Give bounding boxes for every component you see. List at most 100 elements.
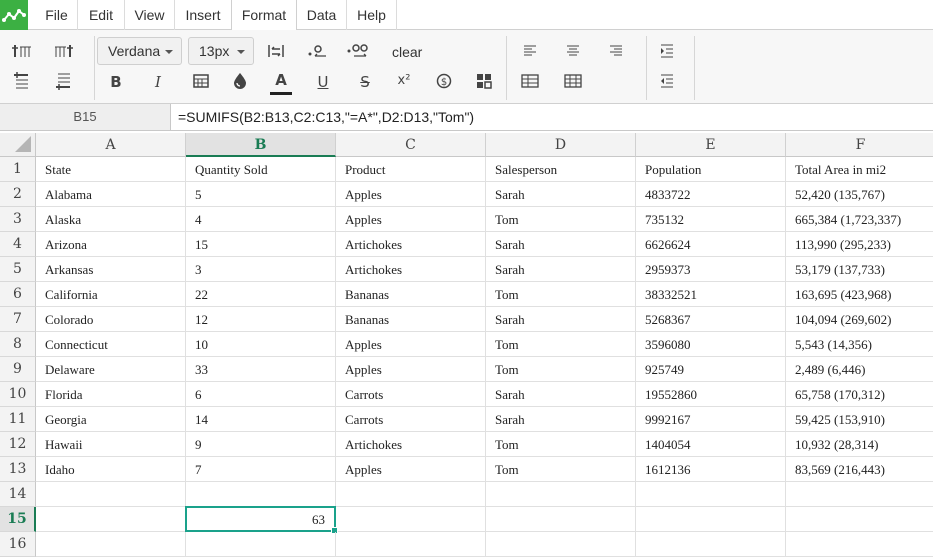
cell-e9[interactable]: 925749: [636, 357, 786, 382]
cell-a16[interactable]: [36, 532, 186, 557]
menu-view[interactable]: View: [125, 0, 175, 30]
cell-c15[interactable]: [336, 507, 486, 532]
cell-a5[interactable]: Arkansas: [36, 257, 186, 282]
cell-a15[interactable]: [36, 507, 186, 532]
cell-d10[interactable]: Sarah: [486, 382, 636, 407]
insert-column-right-icon[interactable]: [52, 40, 76, 62]
menu-help[interactable]: Help: [347, 0, 397, 30]
cell-a13[interactable]: Idaho: [36, 457, 186, 482]
insert-row-below-icon[interactable]: [52, 70, 76, 92]
cell-c2[interactable]: Apples: [336, 182, 486, 207]
decrease-decimal-icon[interactable]: [305, 40, 329, 62]
table-borders-icon[interactable]: [518, 70, 542, 92]
cell-b2[interactable]: 5: [186, 182, 336, 207]
cell-d14[interactable]: [486, 482, 636, 507]
superscript-button[interactable]: x²: [392, 73, 416, 88]
row-header[interactable]: 13: [0, 457, 36, 482]
borders-icon[interactable]: [189, 70, 213, 92]
cell-f12[interactable]: 10,932 (28,314): [786, 432, 933, 457]
row-header[interactable]: 4: [0, 232, 36, 257]
cell-e6[interactable]: 38332521: [636, 282, 786, 307]
cell-c1[interactable]: Product: [336, 157, 486, 182]
cell-d8[interactable]: Tom: [486, 332, 636, 357]
increase-decimal-icon[interactable]: [346, 40, 370, 62]
column-header-c[interactable]: C: [336, 133, 486, 157]
cell-e14[interactable]: [636, 482, 786, 507]
row-header[interactable]: 3: [0, 207, 36, 232]
cell-f3[interactable]: 665,384 (1,723,337): [786, 207, 933, 232]
cell-b12[interactable]: 9: [186, 432, 336, 457]
cell-d15[interactable]: [486, 507, 636, 532]
cell-e4[interactable]: 6626624: [636, 232, 786, 257]
menu-file[interactable]: File: [36, 0, 78, 30]
cell-d2[interactable]: Sarah: [486, 182, 636, 207]
cell-c5[interactable]: Artichokes: [336, 257, 486, 282]
cell-c16[interactable]: [336, 532, 486, 557]
column-header-e[interactable]: E: [636, 133, 786, 157]
row-header[interactable]: 8: [0, 332, 36, 357]
cell-a14[interactable]: [36, 482, 186, 507]
cell-b14[interactable]: [186, 482, 336, 507]
column-header-b[interactable]: B: [186, 133, 336, 157]
insert-column-left-icon[interactable]: [10, 40, 34, 62]
cell-b10[interactable]: 6: [186, 382, 336, 407]
row-header[interactable]: 5: [0, 257, 36, 282]
clear-format-button[interactable]: clear: [392, 44, 422, 60]
cell-f4[interactable]: 113,990 (295,233): [786, 232, 933, 257]
cell-f10[interactable]: 65,758 (170,312): [786, 382, 933, 407]
text-color-button[interactable]: A: [269, 71, 293, 89]
cell-e7[interactable]: 5268367: [636, 307, 786, 332]
cell-d1[interactable]: Salesperson: [486, 157, 636, 182]
cell-b9[interactable]: 33: [186, 357, 336, 382]
cell-f9[interactable]: 2,489 (6,446): [786, 357, 933, 382]
column-header-f[interactable]: F: [786, 133, 933, 157]
fill-color-icon[interactable]: [228, 70, 252, 92]
align-center-icon[interactable]: [561, 40, 585, 62]
cell-e15[interactable]: [636, 507, 786, 532]
row-header[interactable]: 14: [0, 482, 36, 507]
row-header[interactable]: 9: [0, 357, 36, 382]
cell-e1[interactable]: Population: [636, 157, 786, 182]
cell-c12[interactable]: Artichokes: [336, 432, 486, 457]
cell-e5[interactable]: 2959373: [636, 257, 786, 282]
merge-cells-icon[interactable]: [472, 70, 496, 92]
cell-f2[interactable]: 52,420 (135,767): [786, 182, 933, 207]
cell-e12[interactable]: 1404054: [636, 432, 786, 457]
menu-data[interactable]: Data: [297, 0, 347, 30]
row-header[interactable]: 6: [0, 282, 36, 307]
table-grid-icon[interactable]: [561, 70, 585, 92]
bold-button[interactable]: B: [104, 73, 128, 91]
cell-f5[interactable]: 53,179 (137,733): [786, 257, 933, 282]
italic-button[interactable]: I: [146, 73, 170, 91]
strikethrough-button[interactable]: S: [353, 73, 377, 91]
cell-e13[interactable]: 1612136: [636, 457, 786, 482]
cell-f13[interactable]: 83,569 (216,443): [786, 457, 933, 482]
cell-f7[interactable]: 104,094 (269,602): [786, 307, 933, 332]
underline-button[interactable]: U: [311, 73, 335, 91]
row-header[interactable]: 2: [0, 182, 36, 207]
currency-format-icon[interactable]: $: [432, 70, 456, 92]
cell-b1[interactable]: Quantity Sold: [186, 157, 336, 182]
align-right-icon[interactable]: [604, 40, 628, 62]
cell-c14[interactable]: [336, 482, 486, 507]
cell-b6[interactable]: 22: [186, 282, 336, 307]
cell-e10[interactable]: 19552860: [636, 382, 786, 407]
row-header[interactable]: 10: [0, 382, 36, 407]
cell-e2[interactable]: 4833722: [636, 182, 786, 207]
cell-c10[interactable]: Carrots: [336, 382, 486, 407]
cell-f11[interactable]: 59,425 (153,910): [786, 407, 933, 432]
menu-edit[interactable]: Edit: [78, 0, 125, 30]
align-left-icon[interactable]: [518, 40, 542, 62]
cell-f15[interactable]: [786, 507, 933, 532]
cell-c13[interactable]: Apples: [336, 457, 486, 482]
cell-a9[interactable]: Delaware: [36, 357, 186, 382]
cell-f14[interactable]: [786, 482, 933, 507]
cell-a7[interactable]: Colorado: [36, 307, 186, 332]
cell-c7[interactable]: Bananas: [336, 307, 486, 332]
cell-d11[interactable]: Sarah: [486, 407, 636, 432]
cell-b5[interactable]: 3: [186, 257, 336, 282]
row-header[interactable]: 16: [0, 532, 36, 557]
insert-row-above-icon[interactable]: [10, 70, 34, 92]
cell-d7[interactable]: Sarah: [486, 307, 636, 332]
cell-c4[interactable]: Artichokes: [336, 232, 486, 257]
